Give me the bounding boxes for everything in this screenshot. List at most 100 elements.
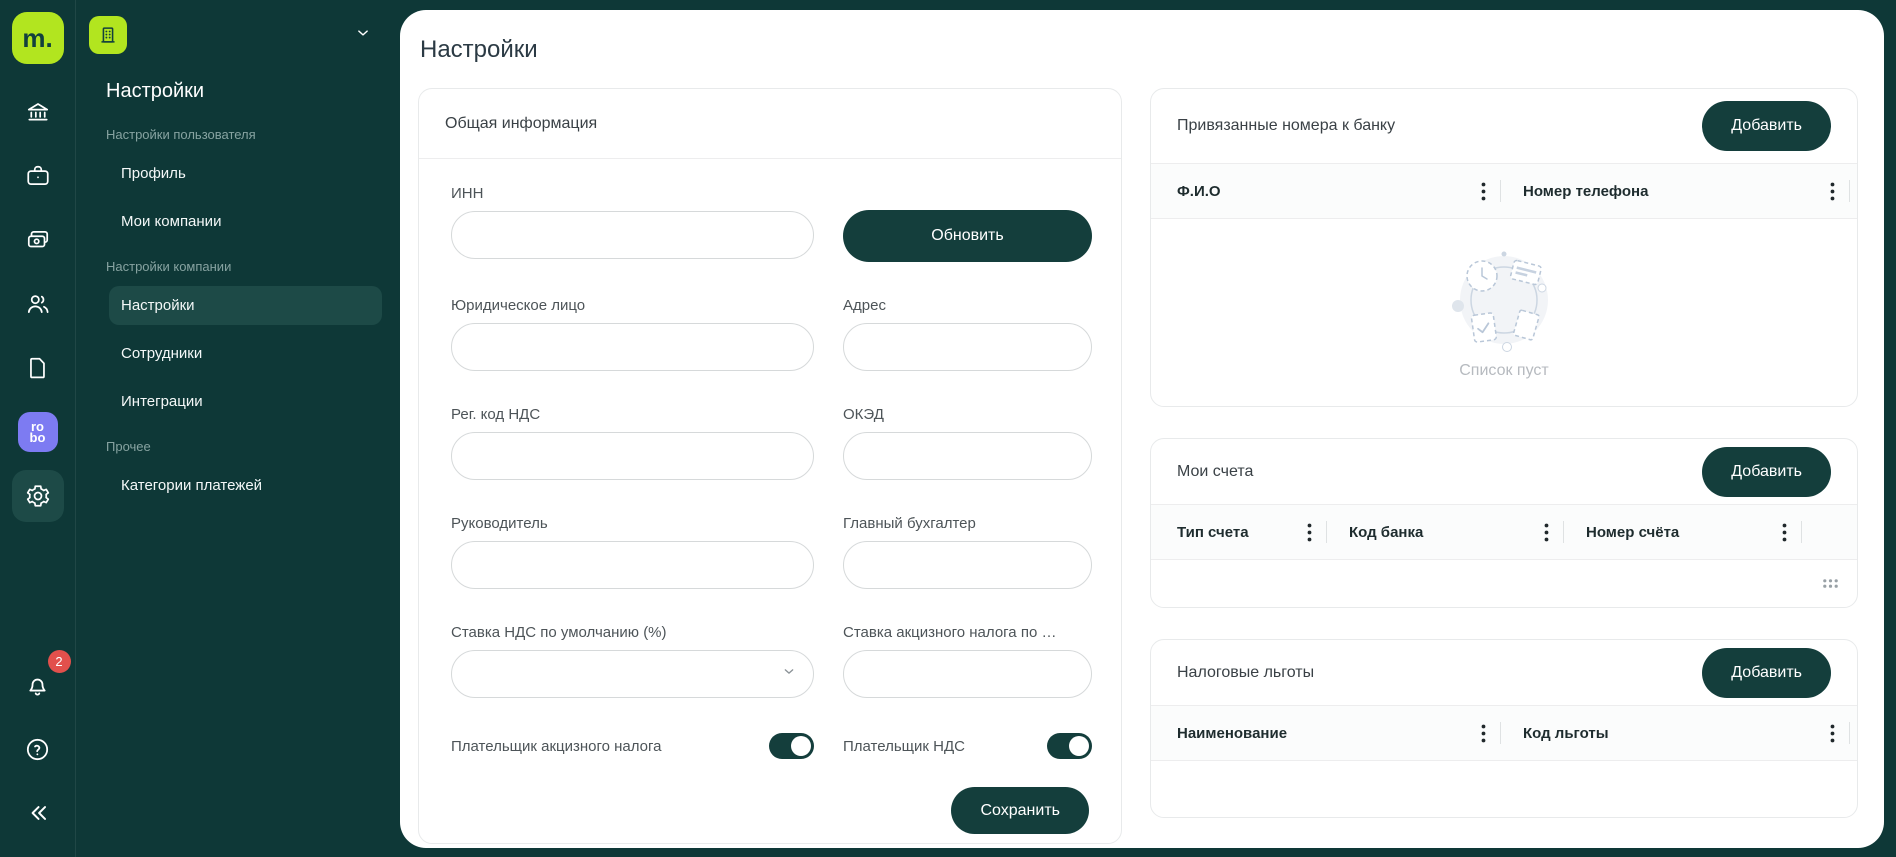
drag-handle-icon[interactable] [1822, 578, 1839, 589]
director-label: Руководитель [451, 515, 814, 532]
wallet-icon [25, 227, 51, 253]
sidebar-title: Настройки [106, 80, 400, 103]
rail-item-briefcase[interactable] [12, 150, 64, 202]
vat-reg-code-label: Рег. код НДС [451, 406, 814, 423]
column-divider [1801, 521, 1802, 543]
card-title: Налоговые льготы [1177, 664, 1314, 682]
collapse-sidebar-icon [25, 800, 51, 826]
rail-item-bank[interactable] [12, 86, 64, 138]
excise-payer-label: Плательщик акцизного налога [451, 738, 662, 755]
company-selector[interactable] [89, 16, 372, 54]
column-header-account-type: Тип счета [1177, 524, 1249, 541]
sidebar-item-employees[interactable]: Сотрудники [109, 334, 382, 373]
legal-entity-field[interactable] [451, 323, 814, 371]
rail-item-users[interactable] [12, 278, 64, 330]
empty-list: Список пуст [1151, 219, 1857, 406]
company-avatar [89, 16, 127, 54]
column-header-fio: Ф.И.О [1177, 183, 1221, 200]
chevron-down-icon [354, 24, 372, 47]
settings-gear-icon [25, 483, 51, 509]
column-menu-icon[interactable] [1824, 724, 1849, 743]
bank-numbers-card: Привязанные номера к банку Добавить Ф.И.… [1150, 88, 1858, 407]
inn-label: ИНН [451, 185, 814, 202]
column-header-benefit-code: Код льготы [1523, 725, 1609, 742]
column-header-name: Наименование [1177, 725, 1287, 742]
table-header: Наименование Код льготы [1151, 706, 1857, 761]
section-label-other: Прочее [106, 439, 400, 454]
column-menu-icon[interactable] [1475, 182, 1500, 201]
sidebar-item-integrations[interactable]: Интеграции [109, 382, 382, 421]
general-info-card: Общая информация ИНН Обновить Юридическо… [418, 88, 1122, 844]
empty-list-text: Список пуст [1459, 362, 1549, 380]
accounts-card: Мои счета Добавить Тип счета Код банка [1150, 438, 1858, 608]
update-button[interactable]: Обновить [843, 210, 1092, 262]
column-divider [1849, 180, 1850, 202]
excise-rate-field[interactable] [843, 650, 1092, 698]
table-header: Тип счета Код банка Номер сч [1151, 505, 1857, 560]
empty-list-illustration [1444, 246, 1564, 358]
add-account-button[interactable]: Добавить [1702, 447, 1831, 497]
director-field[interactable] [451, 541, 814, 589]
account-row [1151, 560, 1857, 607]
sidebar-item-my-companies[interactable]: Мои компании [109, 202, 382, 241]
legal-entity-label: Юридическое лицо [451, 297, 814, 314]
excise-rate-label: Ставка акцизного налога по … [843, 624, 1092, 641]
toggle-knob [1069, 736, 1089, 756]
column-menu-icon[interactable] [1824, 182, 1849, 201]
excise-payer-toggle[interactable] [769, 733, 814, 759]
rail-item-documents[interactable] [12, 342, 64, 394]
column-header-bank-code: Код банка [1349, 524, 1423, 541]
bank-icon [25, 99, 51, 125]
card-title: Привязанные номера к банку [1177, 117, 1395, 135]
rail-item-notifications[interactable]: 2 [12, 659, 64, 711]
inn-field[interactable] [451, 211, 814, 259]
column-menu-icon[interactable] [1776, 523, 1801, 542]
rail-item-help[interactable] [12, 723, 64, 775]
empty-row [1151, 761, 1857, 817]
vat-rate-select[interactable] [451, 650, 814, 698]
main-panel: Настройки Общая информация ИНН Обновить [400, 10, 1884, 848]
rail-item-wallet[interactable] [12, 214, 64, 266]
add-tax-benefit-button[interactable]: Добавить [1702, 648, 1831, 698]
column-menu-icon[interactable] [1301, 523, 1326, 542]
page-title: Настройки [420, 36, 1864, 64]
app-logo[interactable]: m. [12, 12, 64, 64]
building-icon [97, 24, 119, 46]
column-header-phone: Номер телефона [1523, 183, 1648, 200]
rail-item-collapse[interactable] [12, 787, 64, 839]
add-bank-number-button[interactable]: Добавить [1702, 101, 1831, 151]
vat-reg-code-field[interactable] [451, 432, 814, 480]
chief-accountant-label: Главный бухгалтер [843, 515, 1092, 532]
rail-item-robo[interactable]: robo [12, 406, 64, 458]
column-menu-icon[interactable] [1538, 523, 1563, 542]
sidebar-item-profile[interactable]: Профиль [109, 154, 382, 193]
column-divider [1849, 722, 1850, 744]
sidebar-item-settings[interactable]: Настройки [109, 286, 382, 325]
vat-payer-label: Плательщик НДС [843, 738, 965, 755]
vat-rate-label: Ставка НДС по умолчанию (%) [451, 624, 814, 641]
chief-accountant-field[interactable] [843, 541, 1092, 589]
table-header: Ф.И.О Номер телефона [1151, 164, 1857, 219]
briefcase-icon [25, 163, 51, 189]
card-title: Мои счета [1177, 463, 1253, 481]
oked-label: ОКЭД [843, 406, 1092, 423]
settings-sidebar: Настройки Настройки пользователя Профиль… [76, 0, 400, 857]
sidebar-item-payment-categories[interactable]: Категории платежей [109, 466, 382, 505]
icon-rail: m. [0, 0, 76, 857]
rail-item-settings[interactable] [12, 470, 64, 522]
column-header-account-number: Номер счёта [1586, 524, 1679, 541]
bell-icon [24, 672, 51, 699]
document-icon [25, 355, 51, 381]
vat-payer-toggle[interactable] [1047, 733, 1092, 759]
save-button[interactable]: Сохранить [951, 787, 1089, 834]
oked-field[interactable] [843, 432, 1092, 480]
robo-app-icon: robo [18, 412, 58, 452]
toggle-knob [791, 736, 811, 756]
notifications-badge: 2 [48, 650, 71, 673]
section-label-company-settings: Настройки компании [106, 259, 400, 274]
users-icon [25, 291, 51, 317]
address-field[interactable] [843, 323, 1092, 371]
section-label-user-settings: Настройки пользователя [106, 127, 400, 142]
column-menu-icon[interactable] [1475, 724, 1500, 743]
tax-benefits-card: Налоговые льготы Добавить Наименование К… [1150, 639, 1858, 818]
